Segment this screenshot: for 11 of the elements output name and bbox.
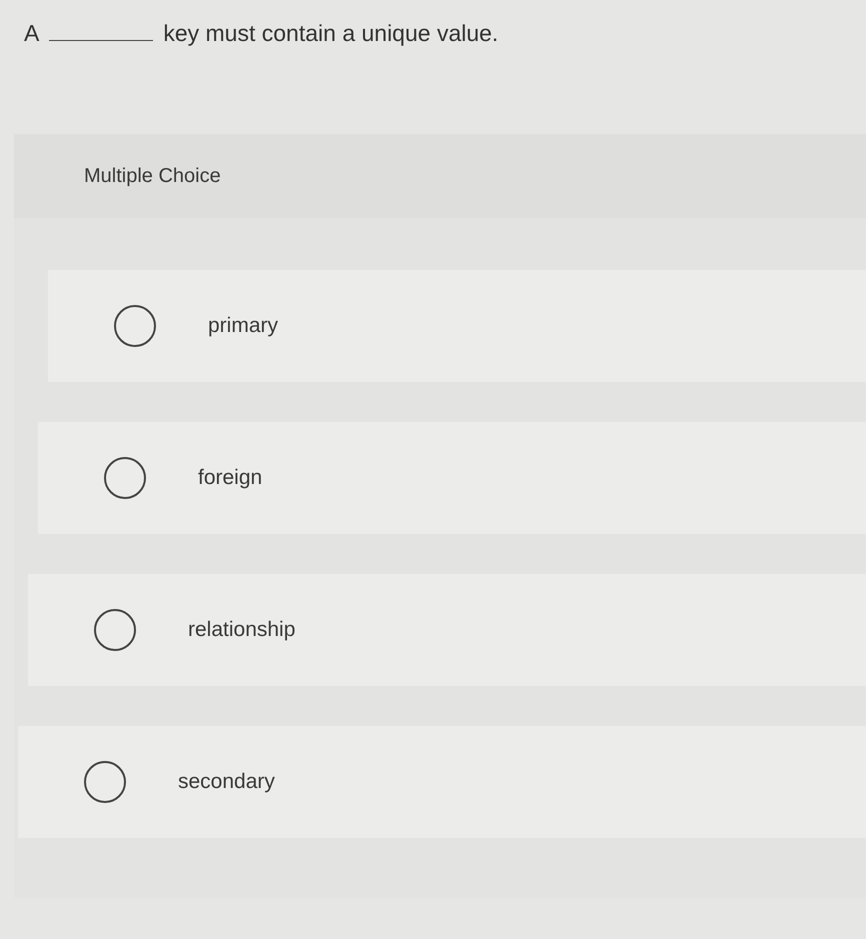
radio-button[interactable] (114, 305, 156, 347)
radio-button[interactable] (94, 609, 136, 651)
answer-option[interactable]: secondary (18, 726, 866, 838)
answer-option[interactable]: primary (48, 270, 866, 382)
question-text: key must contain a unique value. (163, 20, 498, 47)
radio-button[interactable] (84, 761, 126, 803)
question-type-label: Multiple Choice (84, 164, 221, 188)
radio-button[interactable] (104, 457, 146, 499)
question-text: A (24, 20, 40, 47)
answer-option[interactable]: foreign (38, 422, 866, 534)
answer-option[interactable]: relationship (28, 574, 866, 686)
